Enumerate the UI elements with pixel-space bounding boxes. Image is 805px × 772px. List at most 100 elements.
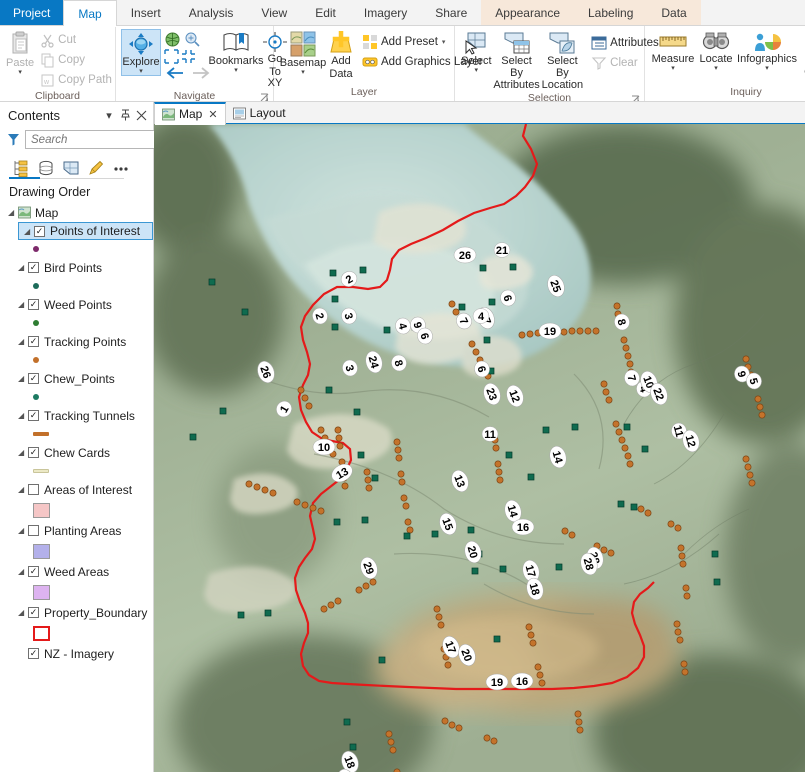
layer-checkbox[interactable]: ✓ (28, 566, 39, 577)
select-button[interactable]: Select ▾ (460, 29, 493, 74)
toc-layer-tracking-tunnels[interactable]: ◢ ✓ Tracking Tunnels (0, 406, 153, 425)
toc-layer-chew-points[interactable]: ◢ ✓ Chew_Points (0, 369, 153, 388)
view-tab-map[interactable]: Map ✕ (154, 102, 226, 125)
bookmarks-dropdown-caret[interactable]: ▾ (234, 67, 238, 74)
explore-button[interactable]: Explore ▾ (121, 29, 161, 76)
measure-dropdown-caret[interactable]: ▾ (671, 65, 675, 72)
explore-dropdown-caret[interactable]: ▾ (139, 68, 143, 75)
zoom-in-fixed-icon[interactable] (164, 49, 179, 64)
tab-share[interactable]: Share (421, 0, 481, 26)
tab-data[interactable]: Data (647, 0, 700, 26)
cut-button[interactable]: Cut (37, 30, 115, 50)
expand-arrow-icon[interactable]: ◢ (18, 567, 28, 576)
toc-layer-chew-cards[interactable]: ◢ ✓ Chew Cards (0, 443, 153, 462)
expand-arrow-icon[interactable]: ◢ (18, 337, 28, 346)
expand-arrow-icon[interactable]: ◢ (24, 227, 34, 236)
list-by-selection-tab[interactable] (59, 157, 83, 179)
tab-imagery[interactable]: Imagery (350, 0, 421, 26)
toc-layer-planting-areas[interactable]: ◢ Planting Areas (0, 521, 153, 540)
bookmarks-button[interactable]: Bookmarks ▾ (208, 29, 264, 74)
toc-layer-tracking-points[interactable]: ◢ ✓ Tracking Points (0, 332, 153, 351)
full-extent-icon[interactable] (164, 31, 181, 48)
add-preset-caret[interactable]: ▾ (442, 38, 446, 46)
layer-checkbox[interactable]: ✓ (28, 447, 39, 458)
copy-path-button[interactable]: w Copy Path (37, 70, 115, 90)
filter-icon[interactable] (7, 133, 20, 146)
select-by-attributes-button[interactable]: Select By Attributes (493, 29, 541, 92)
list-by-drawing-order-tab[interactable] (9, 157, 33, 179)
paste-dropdown-caret[interactable]: ▾ (18, 69, 22, 76)
expand-arrow-icon[interactable]: ◢ (18, 263, 28, 272)
expand-arrow-icon[interactable]: ◢ (8, 208, 18, 217)
toc-layer-areas-of-interest[interactable]: ◢ Areas of Interest (0, 480, 153, 499)
basemap-button[interactable]: Basemap ▾ (279, 29, 327, 76)
navigate-dialog-launcher[interactable] (260, 93, 269, 102)
toc-layer-points-of-interest[interactable]: ◢ ✓ Points of Interest (18, 222, 153, 240)
tab-labeling[interactable]: Labeling (574, 0, 647, 26)
view-tab-close-icon[interactable]: ✕ (208, 108, 217, 121)
expand-arrow-icon[interactable]: ◢ (18, 608, 28, 617)
layer-checkbox[interactable]: ✓ (28, 299, 39, 310)
toc-layer-bird-points[interactable]: ◢ ✓ Bird Points (0, 258, 153, 277)
bookmarks-label: Bookmarks (208, 55, 264, 67)
toc-map-root[interactable]: ◢ Map (0, 203, 153, 222)
layer-checkbox[interactable]: ✓ (28, 373, 39, 384)
infographics-button[interactable]: Infographics ▾ (736, 29, 798, 72)
expand-arrow-icon[interactable]: ◢ (18, 485, 28, 494)
expand-arrow-icon[interactable]: ◢ (18, 526, 28, 535)
view-tab-layout[interactable]: Layout (226, 102, 293, 124)
zoom-out-fixed-icon[interactable] (181, 49, 196, 64)
tab-map[interactable]: Map (63, 0, 117, 27)
expand-arrow-icon[interactable]: ◢ (18, 411, 28, 420)
cut-label: Cut (58, 34, 77, 46)
previous-extent-icon[interactable] (165, 66, 185, 80)
list-by-data-source-tab[interactable] (34, 157, 58, 179)
expand-arrow-icon[interactable]: ◢ (18, 374, 28, 383)
expand-arrow-icon[interactable]: ◢ (18, 300, 28, 309)
layer-checkbox[interactable]: ✓ (28, 648, 39, 659)
toc-layer-property-boundary[interactable]: ◢ ✓ Property_Boundary (0, 603, 153, 622)
tab-insert[interactable]: Insert (117, 0, 175, 26)
expand-arrow-icon[interactable]: ◢ (18, 448, 28, 457)
selection-dialog-launcher[interactable] (631, 95, 640, 101)
toc-layer-weed-points[interactable]: ◢ ✓ Weed Points (0, 295, 153, 314)
select-dropdown-caret[interactable]: ▾ (475, 67, 479, 74)
tab-analysis[interactable]: Analysis (175, 0, 248, 26)
toc-symbol-row (0, 540, 153, 562)
layer-checkbox[interactable] (28, 525, 39, 536)
svg-text:26: 26 (459, 250, 471, 262)
list-by-editing-tab[interactable] (84, 157, 108, 179)
paste-button[interactable]: Paste ▾ (5, 29, 35, 76)
tab-project[interactable]: Project (0, 0, 64, 26)
toc-symbol-row (0, 462, 153, 480)
tab-labeling-label: Labeling (588, 6, 634, 20)
coordinate-conversion-button[interactable]: Coord Conve (798, 29, 805, 78)
tab-view[interactable]: View (247, 0, 301, 26)
toc-layer-nz-imagery[interactable]: ◢ ✓ NZ - Imagery (0, 644, 153, 663)
toc-layer-weed-areas[interactable]: ◢ ✓ Weed Areas (0, 562, 153, 581)
add-data-button[interactable]: Add Data (327, 29, 355, 80)
select-by-location-icon (548, 31, 576, 55)
layer-checkbox[interactable]: ✓ (28, 262, 39, 273)
basemap-dropdown-caret[interactable]: ▾ (301, 69, 305, 76)
layer-checkbox[interactable]: ✓ (34, 225, 45, 237)
tab-appearance[interactable]: Appearance (481, 0, 574, 26)
measure-button[interactable]: Measure ▾ (650, 29, 696, 72)
layer-checkbox[interactable]: ✓ (28, 336, 39, 347)
tab-edit[interactable]: Edit (301, 0, 350, 26)
layer-checkbox[interactable]: ✓ (28, 410, 39, 421)
more-options-icon[interactable] (109, 157, 133, 179)
contents-menu-caret-icon[interactable]: ▾ (101, 107, 117, 123)
layer-checkbox[interactable]: ✓ (28, 607, 39, 618)
close-icon[interactable] (133, 107, 149, 123)
copy-button[interactable]: Copy (37, 50, 115, 70)
layer-checkbox[interactable] (28, 484, 39, 495)
fixed-zoom-icon[interactable] (184, 31, 201, 48)
locate-dropdown-caret[interactable]: ▾ (714, 65, 718, 72)
infographics-dropdown-caret[interactable]: ▾ (765, 65, 769, 72)
map-view[interactable]: 19 7 26 2 21 8 25 27 4 1 26 2 3 3 (154, 124, 805, 772)
pin-icon[interactable] (117, 107, 133, 123)
select-by-location-button[interactable]: Select By Location (541, 29, 585, 92)
locate-button[interactable]: Locate ▾ (696, 29, 736, 72)
map-canvas[interactable]: 19 7 26 2 21 8 25 27 4 1 26 2 3 3 (154, 124, 805, 772)
